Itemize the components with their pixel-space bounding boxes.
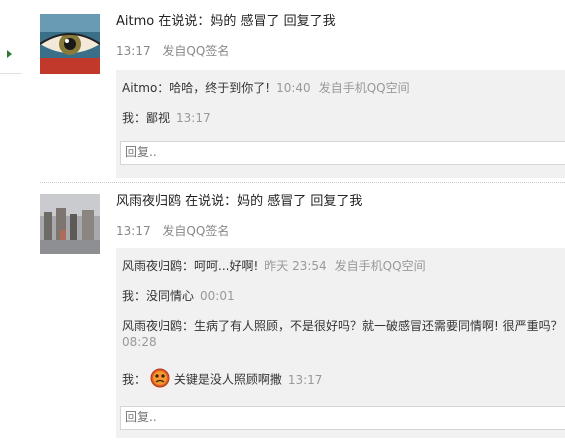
reply-time: 昨天 23:54 [264,259,327,273]
reply-input-box[interactable] [120,406,565,430]
reply-item: 我： 关键是没人照顾啊撒 13:17 [122,368,565,392]
reply-list: 风雨夜归鸥：呵呵...好啊! 昨天 23:54 发自手机QQ空间 我：没同情心 00:… [116,248,565,438]
left-rail [0,0,22,442]
reply-item: Aitmo：哈哈，终于到你了! 10:40 发自手机QQ空间 [122,80,565,96]
status-time: 13:17 [116,44,151,58]
reply-time: 08:28 [122,335,157,349]
reply-source: 发自手机QQ空间 [318,81,410,95]
reply-text: Aitmo：哈哈，终于到你了! [122,81,271,95]
expand-arrow-icon[interactable] [7,50,12,58]
reply-item: 风雨夜归鸥：呵呵...好啊! 昨天 23:54 发自手机QQ空间 [122,258,565,274]
reply-prefix: 我： [122,372,147,387]
reply-time: 13:17 [287,372,323,387]
status-meta: 13:17 发自QQ签名 [116,223,565,239]
feed-divider [40,182,565,183]
status-source: 发自QQ签名 [162,224,230,238]
reply-text: 我：鄙视 [122,111,171,125]
reply-input[interactable] [121,407,565,427]
reply-time: 10:40 [276,81,311,95]
reply-text: 风雨夜归鸥：呵呵...好啊! [122,259,259,273]
reply-item: 风雨夜归鸥：生病了有人照顾，不是很好吗？就一破感冒还需要同情啊! 很严重吗？ 0… [122,318,565,350]
reply-list: Aitmo：哈哈，终于到你了! 10:40 发自手机QQ空间 我：鄙视 13:17 [116,70,565,178]
status-source: 发自QQ签名 [162,44,230,58]
reply-item: 我：鄙视 13:17 [122,110,565,126]
reply-time: 00:01 [200,289,235,303]
status-time: 13:17 [116,224,151,238]
reply-text: 关键是没人照顾啊撒 [173,372,282,387]
avatar[interactable] [40,14,100,74]
status-meta: 13:17 发自QQ签名 [116,43,565,59]
reply-input[interactable] [121,142,565,162]
avatar[interactable] [40,194,100,254]
reply-text: 风雨夜归鸥：生病了有人照顾，不是很好吗？就一破感冒还需要同情啊! 很严重吗？ [122,319,563,333]
status-line[interactable]: 风雨夜归鸥 在说说：妈的 感冒了 回复了我 [116,192,565,212]
sad-face-icon [150,368,170,392]
reply-item: 我：没同情心 00:01 [122,288,565,304]
reply-text: 我：没同情心 [122,289,195,303]
reply-source: 发自手机QQ空间 [334,259,426,273]
reply-input-box[interactable] [120,141,565,165]
status-line[interactable]: Aitmo 在说说：妈的 感冒了 回复了我 [116,12,565,32]
rail-divider [0,73,22,74]
reply-time: 13:17 [176,111,211,125]
